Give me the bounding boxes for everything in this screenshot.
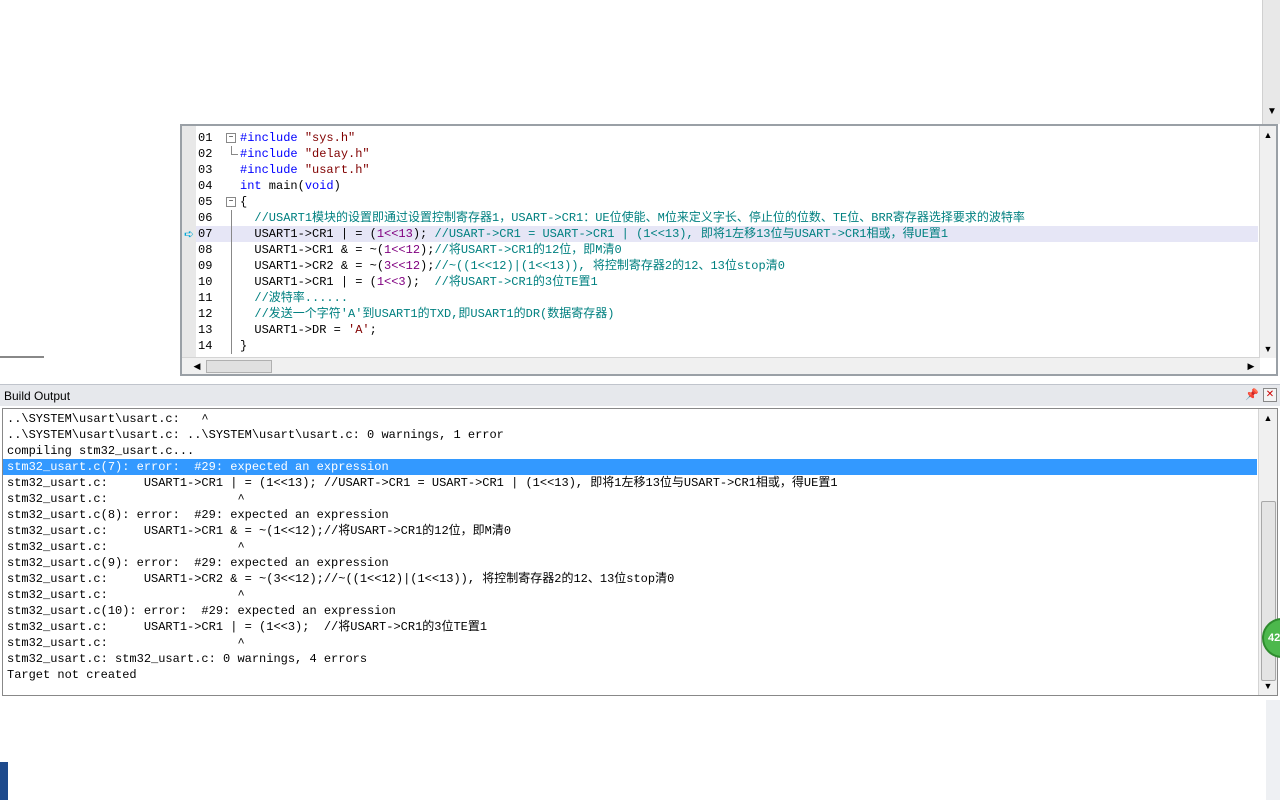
line-number: 03	[198, 163, 213, 177]
output-line[interactable]: stm32_usart.c: USART1->CR1 | = (1<<3); /…	[7, 619, 1257, 635]
code-line[interactable]: 13 USART1->DR = 'A';	[196, 322, 1258, 338]
fold-guide	[231, 242, 232, 258]
line-number: 04	[198, 179, 213, 193]
code-text: //发送一个字符'A'到USART1的TXD,即USART1的DR(数据寄存器)	[254, 307, 615, 321]
code-text: #include "sys.h"	[240, 131, 356, 145]
code-text: int main(void)	[240, 179, 341, 193]
scroll-down-arrow-icon[interactable]: ▼	[1261, 679, 1275, 693]
scroll-thumb[interactable]	[206, 360, 272, 373]
code-line[interactable]: 06 //USART1模块的设置即通过设置控制寄存器1，USART->CR1：U…	[196, 210, 1258, 226]
code-text: //USART1模块的设置即通过设置控制寄存器1，USART->CR1：UE位使…	[254, 211, 1025, 225]
line-number: 06	[198, 211, 213, 225]
line-number: 10	[198, 275, 213, 289]
fold-guide	[231, 226, 232, 242]
code-line[interactable]: 05 −{	[196, 194, 1258, 210]
code-text: USART1->CR2 & = ~(3<<12);//~((1<<12)|(1<…	[240, 259, 785, 273]
build-output-header: Build Output 📌 ✕	[0, 384, 1280, 406]
output-line[interactable]: ..\SYSTEM\usart\usart.c: ..\SYSTEM\usart…	[7, 427, 1257, 443]
bottom-right-strip	[1266, 700, 1280, 800]
code-line[interactable]: 12 //发送一个字符'A'到USART1的TXD,即USART1的DR(数据寄…	[196, 306, 1258, 322]
output-line[interactable]: stm32_usart.c: USART1->CR1 & = ~(1<<12);…	[7, 523, 1257, 539]
code-line[interactable]: 14}	[196, 338, 1258, 354]
pin-icon[interactable]: 📌	[1245, 388, 1259, 401]
badge-count: 42	[1268, 632, 1280, 644]
output-line[interactable]: stm32_usart.c: stm32_usart.c: 0 warnings…	[7, 651, 1257, 667]
fold-toggle-icon[interactable]: −	[226, 133, 236, 143]
output-line[interactable]: stm32_usart.c: ^	[7, 635, 1257, 651]
line-number: 12	[198, 307, 213, 321]
line-number: 11	[198, 291, 213, 305]
code-editor[interactable]: 01− #include "sys.h" 02 #include "delay.h" 0…	[180, 124, 1278, 376]
code-line[interactable]: 03 #include "usart.h"	[196, 162, 1258, 178]
line-number: 05	[198, 195, 213, 209]
top-scroll-strip[interactable]: ▼	[1262, 0, 1280, 124]
scroll-down-arrow-icon[interactable]: ▼	[1261, 342, 1275, 356]
output-line[interactable]: stm32_usart.c(9): error: #29: expected a…	[7, 555, 1257, 571]
current-line-arrow-icon: ➪	[184, 228, 195, 242]
fold-guide	[231, 322, 232, 338]
code-text: USART1->CR1 | = (1<<13); //USART->CR1 = …	[240, 227, 949, 241]
line-number: 07	[198, 227, 213, 241]
output-line[interactable]: stm32_usart.c: USART1->CR1 | = (1<<13); …	[7, 475, 1257, 491]
scroll-up-arrow-icon[interactable]: ▲	[1261, 411, 1275, 425]
code-line[interactable]: 02 #include "delay.h"	[196, 146, 1258, 162]
fold-guide	[231, 338, 232, 354]
line-number: 02	[198, 147, 213, 161]
left-blank-area	[0, 124, 180, 380]
fold-toggle-icon[interactable]: −	[226, 197, 236, 207]
taskbar-edge	[0, 762, 8, 800]
line-number: 08	[198, 243, 213, 257]
close-icon[interactable]: ✕	[1263, 388, 1277, 402]
line-number: 14	[198, 339, 213, 353]
code-line[interactable]: 10 USART1->CR1 | = (1<<3); //将USART->CR1…	[196, 274, 1258, 290]
code-text: {	[240, 195, 248, 209]
editor-horizontal-scrollbar[interactable]: ◀ ▶	[182, 357, 1260, 374]
code-text: #include "delay.h"	[240, 147, 370, 161]
fold-guide	[231, 306, 232, 322]
fold-guide	[231, 210, 232, 226]
editor-vertical-scrollbar[interactable]: ▲ ▼	[1259, 126, 1276, 358]
code-line[interactable]: 09 USART1->CR2 & = ~(3<<12);//~((1<<12)|…	[196, 258, 1258, 274]
top-blank-area	[0, 0, 1280, 124]
build-output-panel[interactable]: ..\SYSTEM\usart\usart.c: ^ ..\SYSTEM\usar…	[2, 408, 1278, 696]
code-line[interactable]: 01 − #include "sys.h"	[196, 130, 1258, 146]
code-text: USART1->CR1 & = ~(1<<12);//将USART->CR1的1…	[240, 243, 622, 257]
output-line[interactable]: Target not created	[7, 667, 1257, 683]
code-line[interactable]: 07 ➪ USART1->CR1 | = (1<<13); //USART->CR…	[184, 226, 1258, 242]
fold-guide	[231, 290, 232, 306]
bottom-blank-area	[0, 700, 1280, 800]
code-text: }	[240, 339, 248, 353]
line-number: 01	[198, 131, 213, 145]
line-number: 09	[198, 259, 213, 273]
code-text: #include "usart.h"	[240, 163, 370, 177]
code-text: //波特率......	[254, 291, 349, 305]
output-line[interactable]: stm32_usart.c: USART1->CR2 & = ~(3<<12);…	[7, 571, 1257, 587]
output-line[interactable]: stm32_usart.c: ^	[7, 491, 1257, 507]
fold-end-icon	[231, 146, 238, 155]
output-line[interactable]: compiling stm32_usart.c...	[7, 443, 1257, 459]
line-number: 13	[198, 323, 213, 337]
scroll-up-arrow-icon[interactable]: ▲	[1261, 128, 1275, 142]
output-line[interactable]: ..\SYSTEM\usart\usart.c: ^	[7, 411, 1257, 427]
code-line[interactable]: 08 USART1->CR1 & = ~(1<<12);//将USART->CR…	[196, 242, 1258, 258]
code-line[interactable]: 11 //波特率......	[196, 290, 1258, 306]
scroll-right-arrow-icon[interactable]: ▶	[1244, 359, 1258, 373]
output-line[interactable]: stm32_usart.c(7): error: #29: expected a…	[3, 459, 1257, 475]
output-line[interactable]: stm32_usart.c: ^	[7, 539, 1257, 555]
scroll-left-arrow-icon[interactable]: ◀	[190, 359, 204, 373]
code-line[interactable]: 04 int main(void)	[196, 178, 1258, 194]
output-line[interactable]: stm32_usart.c(8): error: #29: expected a…	[7, 507, 1257, 523]
scroll-down-arrow-icon[interactable]: ▼	[1267, 106, 1277, 117]
output-line[interactable]: stm32_usart.c(10): error: #29: expected …	[7, 603, 1257, 619]
fold-guide	[231, 274, 232, 290]
code-text: USART1->CR1 | = (1<<3); //将USART->CR1的3位…	[240, 275, 598, 289]
panel-title: Build Output	[4, 389, 71, 403]
output-line[interactable]: stm32_usart.c: ^	[7, 587, 1257, 603]
fold-guide	[231, 258, 232, 274]
code-text: USART1->DR = 'A';	[240, 323, 377, 337]
divider	[0, 356, 44, 358]
